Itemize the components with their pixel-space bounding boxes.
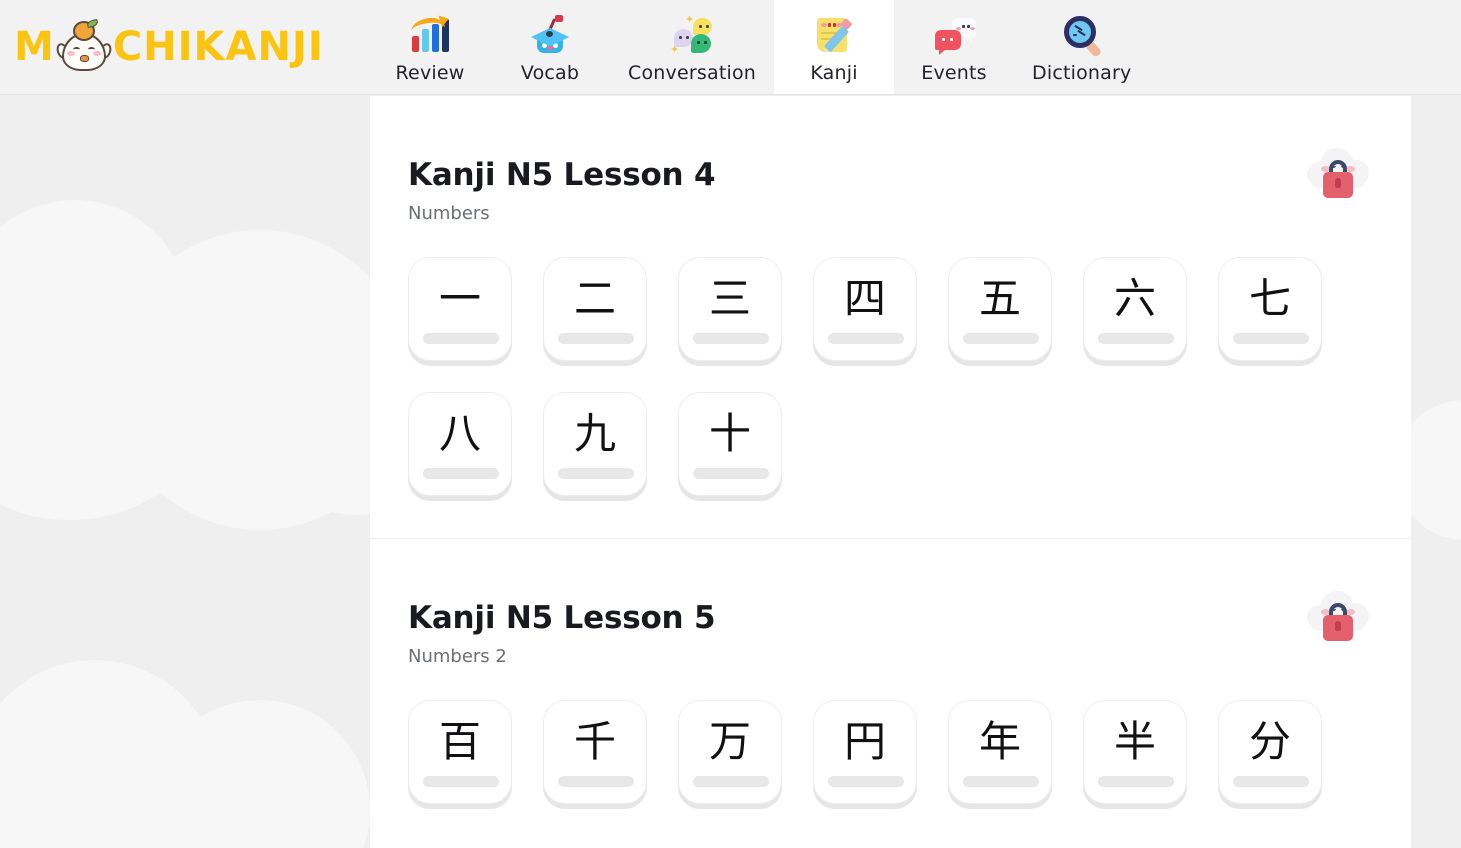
kanji-meaning-placeholder	[423, 333, 499, 345]
kanji-meaning-placeholder	[693, 468, 769, 480]
padlock-keyhole-icon	[1335, 621, 1341, 632]
padlock-keyhole-icon	[1335, 178, 1341, 188]
kanji-card[interactable]: 半	[1083, 700, 1187, 805]
kanji-card[interactable]: 分	[1218, 700, 1322, 805]
app-root: M CHIKANJI Review Vocab ✦ ✦ Conversation…	[0, 0, 1461, 848]
nav-tab-label: Events	[921, 62, 987, 84]
kanji-card[interactable]: 年	[948, 700, 1052, 805]
speech-bubbles-icon: ✦ ✦	[668, 12, 716, 60]
bar-chart-growth-icon	[406, 12, 454, 60]
kanji-character: 二	[573, 274, 616, 324]
nav-tab-label: Dictionary	[1032, 62, 1132, 84]
nav-tab-conversation[interactable]: ✦ ✦ Conversation	[610, 0, 774, 94]
kanji-character: 千	[573, 717, 616, 767]
kanji-card[interactable]: 百	[408, 700, 512, 805]
mochi-mascot-icon	[54, 18, 114, 73]
lesson-header: Kanji N5 Lesson 5 Numbers 2	[408, 539, 1373, 667]
kanji-card[interactable]: 三	[678, 257, 782, 362]
kanji-character: 七	[1248, 274, 1291, 324]
kanji-card[interactable]: 二	[543, 257, 647, 362]
kanji-meaning-placeholder	[1098, 776, 1174, 788]
lesson-title: Kanji N5 Lesson 5	[408, 600, 716, 637]
kanji-meaning-placeholder	[423, 468, 499, 480]
nav-tab-label: Vocab	[520, 62, 580, 84]
main-navigation: Review Vocab ✦ ✦ Conversation Kanji Even…	[370, 0, 1461, 94]
graduation-cap-icon	[526, 12, 574, 60]
kanji-character: 四	[843, 274, 886, 324]
lesson-section: Kanji N5 Lesson 4 Numbers 一 二 三 四 五 六 七 …	[370, 96, 1411, 538]
kanji-card[interactable]: 六	[1083, 257, 1187, 362]
lesson-list-panel: Kanji N5 Lesson 4 Numbers 一 二 三 四 五 六 七 …	[370, 96, 1411, 848]
background-cloud-shape	[0, 320, 200, 520]
kanji-meaning-placeholder	[423, 776, 499, 788]
kanji-card[interactable]: 千	[543, 700, 647, 805]
lesson-header: Kanji N5 Lesson 4 Numbers	[408, 96, 1373, 224]
kanji-card-grid: 百 千 万 円 年 半 分	[408, 700, 1373, 846]
kanji-character: 九	[573, 409, 616, 459]
kanji-meaning-placeholder	[828, 333, 904, 345]
kanji-character: 三	[708, 274, 751, 324]
sticky-note-pencil-icon	[810, 12, 858, 60]
kanji-character: 一	[438, 274, 481, 324]
kanji-character: 八	[438, 409, 481, 459]
kanji-card[interactable]: 十	[678, 392, 782, 497]
kanji-meaning-placeholder	[693, 776, 769, 788]
kanji-meaning-placeholder	[558, 468, 634, 480]
kanji-meaning-placeholder	[963, 333, 1039, 345]
kanji-meaning-placeholder	[1233, 333, 1309, 345]
kanji-card-grid: 一 二 三 四 五 六 七 八 九 十	[408, 257, 1373, 538]
kanji-card[interactable]: 万	[678, 700, 782, 805]
kanji-card[interactable]: 一	[408, 257, 512, 362]
kanji-card[interactable]: 八	[408, 392, 512, 497]
nav-tab-vocab[interactable]: Vocab	[490, 0, 610, 94]
kanji-card[interactable]: 七	[1218, 257, 1322, 362]
kanji-meaning-placeholder	[963, 776, 1039, 788]
kanji-character: 六	[1113, 274, 1156, 324]
lesson-title: Kanji N5 Lesson 4	[408, 157, 716, 193]
kanji-meaning-placeholder	[1233, 776, 1309, 788]
kanji-character: 半	[1113, 717, 1156, 767]
nav-tab-events[interactable]: Events	[894, 0, 1014, 94]
kanji-character: 万	[708, 717, 751, 767]
background-cloud-shape	[0, 200, 190, 430]
kanji-card[interactable]: 円	[813, 700, 917, 805]
kanji-character: 十	[708, 409, 751, 459]
kanji-character: 円	[843, 717, 886, 767]
kanji-meaning-placeholder	[828, 776, 904, 788]
chat-bubbles-red-icon	[930, 12, 978, 60]
nav-tab-kanji[interactable]: Kanji	[774, 0, 895, 94]
brand-text-after: CHIKANJI	[112, 24, 324, 70]
app-header: M CHIKANJI Review Vocab ✦ ✦ Conversation…	[0, 0, 1461, 95]
lesson-subtitle: Numbers 2	[408, 646, 507, 668]
nav-tab-label: Review	[395, 62, 465, 84]
lesson-locked-badge[interactable]	[1301, 587, 1375, 653]
kanji-card[interactable]: 五	[948, 257, 1052, 362]
kanji-meaning-placeholder	[693, 333, 769, 345]
kanji-meaning-placeholder	[558, 333, 634, 345]
lesson-locked-badge[interactable]	[1301, 144, 1375, 210]
kanji-meaning-placeholder	[1098, 333, 1174, 345]
kanji-character: 五	[978, 274, 1021, 324]
lesson-section: Kanji N5 Lesson 5 Numbers 2 百 千 万 円 年 半 …	[370, 538, 1411, 846]
background-cloud-shape	[150, 700, 370, 848]
nav-tab-label: Conversation	[628, 62, 757, 84]
nav-tab-dictionary[interactable]: Dictionary	[1014, 0, 1149, 94]
kanji-character: 年	[978, 717, 1021, 767]
lesson-subtitle: Numbers	[408, 203, 490, 225]
nav-tab-review[interactable]: Review	[370, 0, 490, 94]
kanji-card[interactable]: 四	[813, 257, 917, 362]
background-cloud-shape	[110, 230, 410, 530]
brand-wordmark: M CHIKANJI	[14, 18, 324, 73]
kanji-character: 分	[1248, 717, 1291, 767]
brand-text-before: M	[14, 24, 55, 70]
nav-tab-label: Kanji	[810, 62, 858, 84]
kanji-meaning-placeholder	[558, 776, 634, 788]
magnifying-glass-icon	[1058, 12, 1106, 60]
kanji-card[interactable]: 九	[543, 392, 647, 497]
brand-logo[interactable]: M CHIKANJI	[0, 0, 370, 94]
background-cloud-shape	[0, 660, 220, 848]
kanji-character: 百	[438, 717, 481, 767]
